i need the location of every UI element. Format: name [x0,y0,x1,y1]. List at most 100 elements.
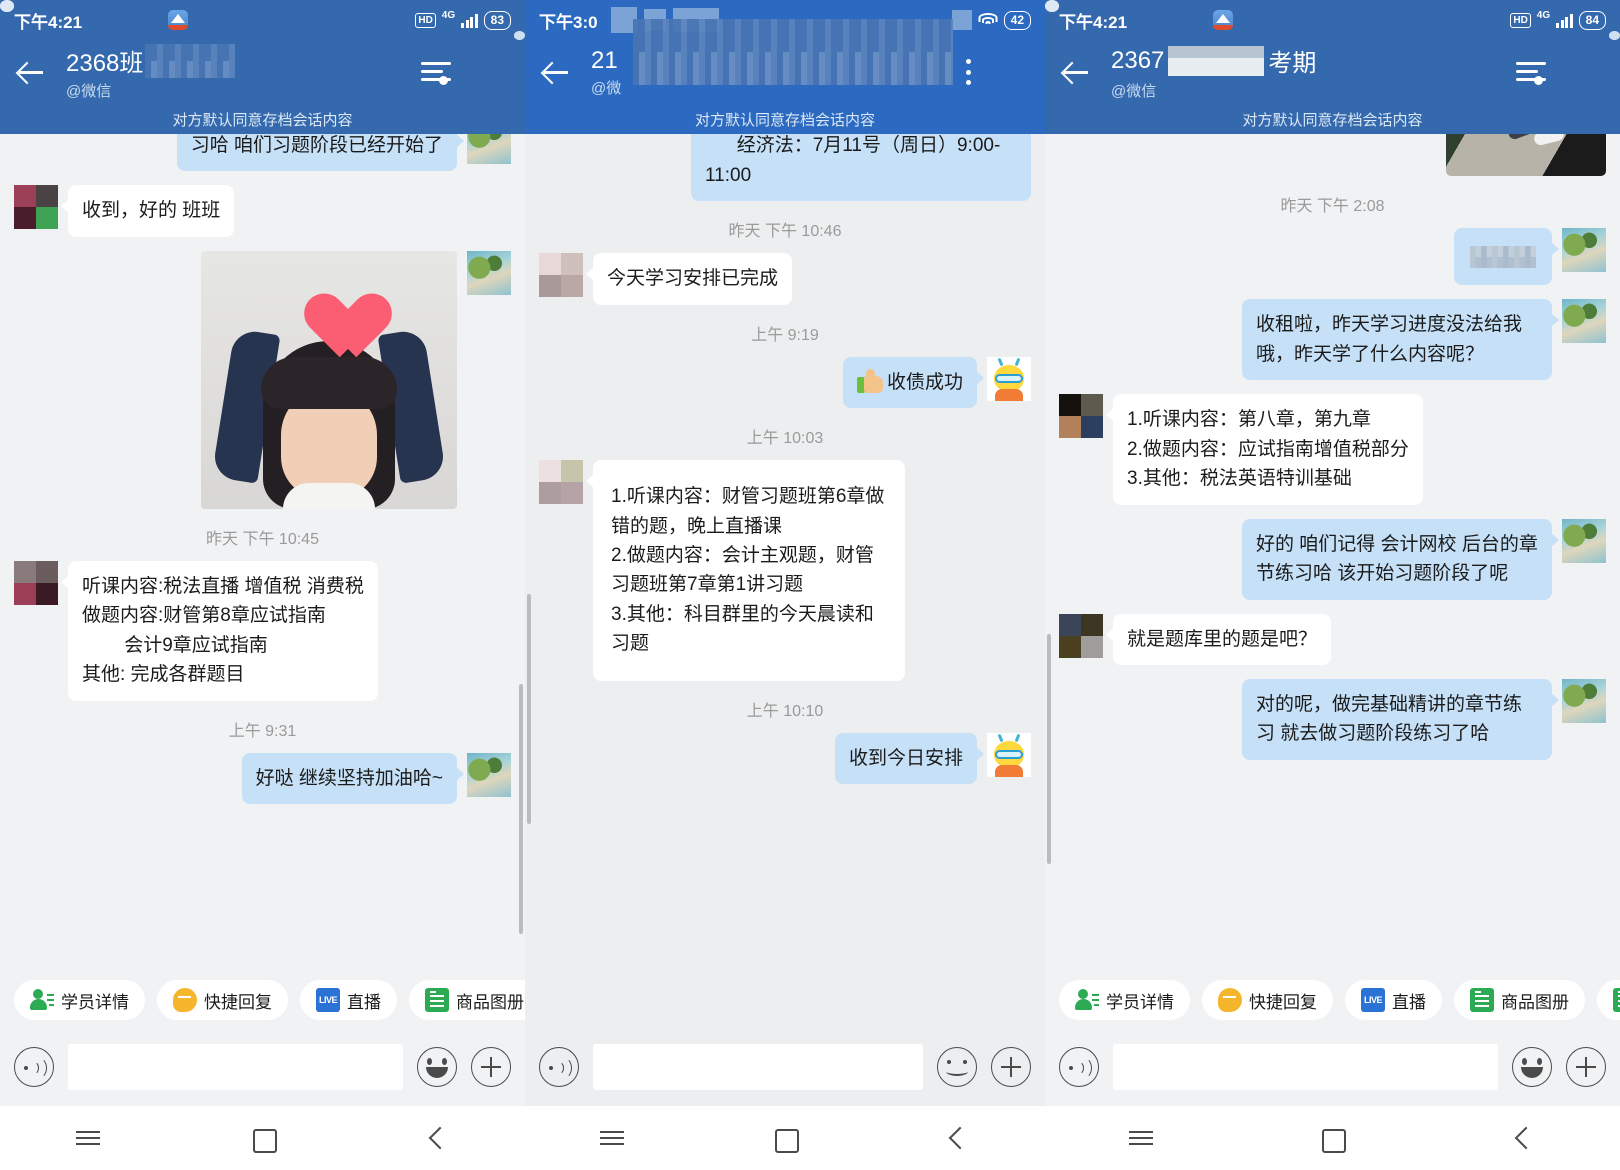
message-bubble-incoming[interactable]: 1.听课内容：第八章，第九章 2.做题内容：应试指南增值税部分 3.其他：税法英… [1106,394,1423,505]
scrollbar[interactable] [519,684,523,934]
avatar[interactable] [1562,299,1606,344]
quick-action-student-details[interactable]: 学员详情 [14,980,145,1020]
network-type-label: 4G [441,9,456,21]
avatar[interactable] [987,356,1031,401]
menu-icon[interactable] [1111,1118,1171,1158]
avatar[interactable] [1562,228,1606,272]
quick-action-label: 直播 [347,992,381,1012]
message-bubble-incoming[interactable]: 收到，好的 班班 [60,185,235,237]
back-icon[interactable] [16,57,46,87]
phone-panel-2: 下午3:0 42 21 @微 对方默认同意存档会话内容 经济法：7月11号（周日… [525,0,1045,1170]
message-bubble-outgoing[interactable]: 好哒 继续坚持加油哈~ [241,752,465,805]
quick-action-quick-reply[interactable]: 快捷回复 [1202,980,1333,1020]
add-attachment-icon[interactable] [991,1047,1031,1087]
home-icon[interactable] [233,1118,293,1158]
status-bar-3: 下午4:21 HD 4G 84 [1045,0,1620,40]
quick-action-quick-reply[interactable]: 快捷回复 [157,980,288,1020]
quick-action-live[interactable]: LIVE 直播 [1345,980,1442,1020]
message-row: 1.听课内容：财管习题班第6章做错的题，晚上直播课 2.做题内容：会计主观题，财… [539,460,1031,681]
system-nav-keys-2 [525,1106,1045,1170]
quick-action-product-album[interactable]: 商品图册 [1454,980,1585,1020]
back-icon[interactable] [541,57,571,87]
message-bubble-outgoing[interactable]: 各科基本书的知识点，完全按照正式考试的题型设置，抓紧复习为考试做准备哦~ 经济法… [691,134,1031,202]
avatar[interactable] [539,460,583,505]
scrollbar[interactable] [1047,634,1051,864]
message-input[interactable] [68,1044,403,1090]
image-message[interactable] [201,250,457,509]
add-attachment-icon[interactable] [471,1047,511,1087]
chat-source-label: @微信 [66,83,112,100]
voice-icon[interactable] [14,1047,54,1087]
avatar[interactable] [539,253,583,298]
profile-icon[interactable] [481,57,509,87]
chat-scroll-area-3[interactable]: 昨天 下午 2:08 收租啦，昨天学习进度没法给我哦，昨天学了什么内容呢？ 1.… [1045,134,1620,972]
thumbs-up-icon [856,368,883,393]
home-icon[interactable] [755,1118,815,1158]
message-bubble-outgoing[interactable]: 好的 咱们记得 会计网校 后台的章节练习哈 该开始习题阶段了呢 [1242,518,1559,600]
back-icon[interactable] [928,1118,988,1158]
network-type-label: 4G [1536,9,1551,21]
quick-action-product-album[interactable]: 商品图册 [409,980,525,1020]
avatar[interactable] [467,250,511,295]
avatar[interactable] [14,560,58,605]
avatar[interactable] [467,134,511,164]
avatar[interactable] [1562,678,1606,723]
filter-icon[interactable] [421,61,451,85]
message-bubble-incoming[interactable]: 1.听课内容：财管习题班第6章做错的题，晚上直播课 2.做题内容：会计主观题，财… [586,460,905,681]
emoji-icon[interactable] [937,1047,977,1087]
timestamp-separator: 上午 9:19 [751,326,819,344]
message-row [1059,228,1606,286]
message-input[interactable] [593,1044,923,1090]
quick-action-more[interactable] [1597,980,1620,1020]
quick-action-live[interactable]: LIVE 直播 [300,980,397,1020]
menu-icon[interactable] [582,1118,642,1158]
add-attachment-icon[interactable] [1566,1047,1606,1087]
message-bubble-outgoing[interactable]: 对的呢，做完基础精讲的章节练习 就去做习题阶段练习了哈 [1242,678,1559,760]
avatar[interactable] [1059,613,1103,658]
filter-icon[interactable] [1516,61,1546,85]
back-icon[interactable] [408,1118,468,1158]
message-row: 收到，好的 班班 [14,185,511,237]
avatar[interactable] [1059,394,1103,439]
chat-scroll-area-2[interactable]: 各科基本书的知识点，完全按照正式考试的题型设置，抓紧复习为考试做准备哦~ 经济法… [525,134,1045,1028]
status-right-2: 42 [951,0,1031,40]
message-bubble-outgoing[interactable]: 收债成功 [842,356,985,409]
message-row: 1.听课内容：第八章，第九章 2.做题内容：应试指南增值税部分 3.其他：税法英… [1059,394,1606,505]
message-bubble-incoming[interactable]: 就是题库里的题是吧？ [1105,613,1332,665]
contact-icon [147,11,161,29]
avatar[interactable] [1562,518,1606,563]
more-options-icon[interactable] [965,59,971,85]
back-icon[interactable] [1494,1118,1554,1158]
avatar[interactable] [987,732,1031,777]
menu-icon[interactable] [58,1118,118,1158]
quick-action-student-details[interactable]: 学员详情 [1059,980,1190,1020]
voice-icon[interactable] [539,1047,579,1087]
wechat-work-icon [0,0,525,40]
emoji-icon[interactable] [417,1047,457,1087]
status-time: 下午4:21 [14,12,83,32]
profile-icon[interactable] [1576,57,1604,87]
message-input[interactable] [1113,1044,1498,1090]
message-bubble-outgoing[interactable]: 习哈 咱们习题阶段已经开始了 [176,134,465,172]
message-row: 收租啦，昨天学习进度没法给我哦，昨天学了什么内容呢？ [1059,299,1606,381]
avatar[interactable] [14,185,58,230]
message-bubble-incoming[interactable]: 今天学习安排已完成 [585,253,793,305]
back-icon[interactable] [1061,57,1091,87]
voice-icon[interactable] [1059,1047,1099,1087]
message-row: 就是题库里的题是吧？ [1059,613,1606,665]
chat-scroll-area-1[interactable]: 习哈 咱们习题阶段已经开始了 收到，好的 班班 昨天 下午 10:45 听课内容… [0,134,525,972]
avatar[interactable] [467,752,511,797]
system-nav-keys-1 [0,1106,525,1170]
message-bubble-outgoing[interactable]: 收租啦，昨天学习进度没法给我哦，昨天学了什么内容呢？ [1242,299,1559,381]
message-bubble-outgoing-redacted[interactable] [1454,228,1559,286]
quick-action-label: 快捷回复 [204,992,272,1012]
home-icon[interactable] [1302,1118,1362,1158]
message-bubble-outgoing[interactable]: 收到今日安排 [834,732,985,785]
emoji-icon[interactable] [1512,1047,1552,1087]
scrollbar[interactable] [527,594,531,824]
message-bubble-incoming[interactable]: 听课内容:税法直播 增值税 消费税 做题内容:财管第8章应试指南 会计9章应试指… [61,560,378,701]
image-message[interactable] [1446,134,1606,176]
message-row: 收到今日安排 [539,732,1031,785]
profile-icon[interactable] [1001,57,1029,87]
message-row: 收债成功 [539,356,1031,409]
